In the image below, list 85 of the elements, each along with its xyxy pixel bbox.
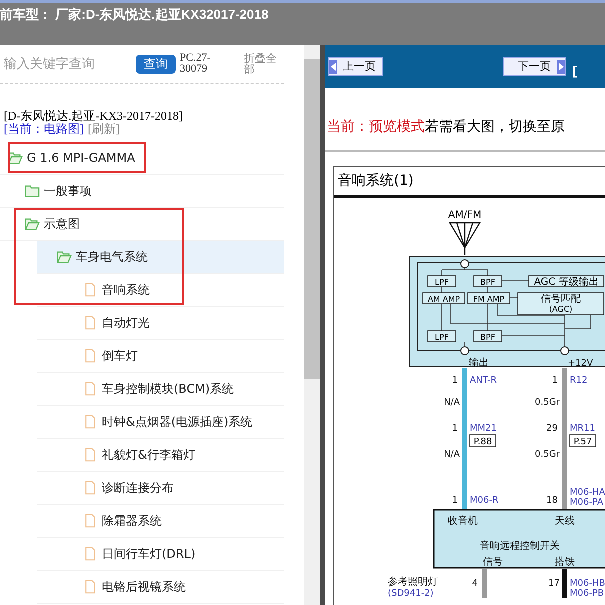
terminal-icon xyxy=(460,346,470,356)
circuit-block: 信号匹配 (AGC) xyxy=(518,292,604,316)
diagram-label: M06-HA xyxy=(570,488,605,498)
diagram-label: R12 xyxy=(570,376,588,386)
page-reference: P.88 xyxy=(470,434,496,448)
preview-mode-text: 当前：预览模式若需看大图，切换至原 xyxy=(325,88,605,152)
diagram-label: 0.5Gr xyxy=(535,450,560,460)
tree-item[interactable]: 音响系统 xyxy=(37,274,284,307)
file-icon xyxy=(83,316,98,330)
diagram-label: N/A xyxy=(444,398,460,408)
file-icon xyxy=(83,283,98,297)
tree-item[interactable]: 礼貌灯&行李箱灯 xyxy=(37,439,284,472)
circuit-block: BPF xyxy=(474,276,502,288)
diagram-label: 1 xyxy=(452,376,458,386)
diagram-label: ANT-R xyxy=(470,376,498,386)
diagram-label: 4 xyxy=(472,579,478,589)
diagram-label: 参考照明灯 xyxy=(388,577,438,588)
diagram-label: 1 xyxy=(452,496,458,506)
diagram-label: N/A xyxy=(444,450,460,460)
file-icon xyxy=(83,349,98,363)
circuit-block: BPF xyxy=(474,330,502,342)
file-icon xyxy=(83,415,98,429)
file-icon xyxy=(83,580,98,594)
diagram-label: MM21 xyxy=(470,424,497,434)
file-icon xyxy=(83,514,98,528)
diagram-label: 17 xyxy=(548,579,560,589)
tree-item[interactable]: 诊断连接分布 xyxy=(37,472,284,505)
tree-item[interactable]: 电铬后视镜系统 xyxy=(37,571,284,604)
previous-page-button[interactable]: 上一页 xyxy=(328,57,383,76)
collapse-all-link[interactable]: 折叠全部 xyxy=(244,53,284,75)
antenna-label: AM/FM xyxy=(448,210,482,221)
diagram-label: 收音机 xyxy=(448,516,478,527)
file-icon xyxy=(83,481,98,495)
file-icon xyxy=(83,547,98,561)
diagram-label: 18 xyxy=(546,496,558,506)
tree-item[interactable]: G 1.6 MPI-GAMMA xyxy=(0,142,284,175)
diagram-label: 信号 xyxy=(483,557,503,568)
tree-item[interactable]: 一般事项 xyxy=(0,175,284,208)
tree-item[interactable]: 车身控制模块(BCM)系统 xyxy=(37,373,284,406)
diagram-label: +12V xyxy=(568,359,594,369)
right-arrow-icon xyxy=(557,60,565,74)
circuit-block: AM AMP xyxy=(422,292,466,304)
tree-item[interactable]: 车身电气系统 xyxy=(37,241,284,274)
diagram-label: 29 xyxy=(546,424,558,434)
diagram-label: 搭铁 xyxy=(555,557,575,568)
toolbar-text: [ xyxy=(572,65,578,80)
diagram-label: 1 xyxy=(452,424,458,434)
wire xyxy=(482,569,488,598)
diagram-label: 输出 xyxy=(469,358,489,369)
terminal-icon xyxy=(560,346,570,356)
file-icon xyxy=(83,448,98,462)
diagram-label: 音响远程控制开关 xyxy=(480,541,560,552)
circuit-block: FM AMP xyxy=(468,292,510,304)
scrollbar[interactable] xyxy=(304,45,320,605)
file-icon xyxy=(83,382,98,396)
circuit-block: LPF xyxy=(428,276,456,288)
tree-item[interactable]: 自动灯光 xyxy=(37,307,284,340)
diagram-label: M06-PA xyxy=(570,498,604,508)
vehicle-title: 前车型： 厂家:D-东风悦达.起亚KX32017-2018 xyxy=(0,6,270,24)
tree-item[interactable]: 倒车灯 xyxy=(37,340,284,373)
diagram-label: M06-HB xyxy=(570,579,605,589)
diagram-label: 天线 xyxy=(555,516,575,527)
diagram-label: 0.5Gr xyxy=(535,398,560,408)
diagram-label: M06-R xyxy=(470,496,499,506)
tree-item[interactable]: 除霜器系统 xyxy=(37,505,284,538)
diagram-label: (SD941-2) xyxy=(388,589,434,598)
wire xyxy=(562,569,568,598)
diagram-label: MR11 xyxy=(570,424,596,434)
diagram-title: 音响系统(1) xyxy=(334,167,605,198)
code-text: PC.27-30079 xyxy=(180,53,212,75)
tree-item[interactable]: 日间行车灯(DRL) xyxy=(37,538,284,571)
next-page-button[interactable]: 下一页 xyxy=(503,57,566,76)
refresh-link[interactable]: [刷新] xyxy=(88,122,120,136)
search-button[interactable]: 查询 xyxy=(136,54,176,74)
tree-item[interactable]: 时钟&点烟器(电源插座)系统 xyxy=(37,406,284,439)
antenna-icon xyxy=(449,222,482,256)
current-mode-text: [当前：电路图] xyxy=(4,122,84,136)
circuit-block: AGC 等级输出 xyxy=(528,276,604,288)
diagram-label: 1 xyxy=(552,376,558,386)
page-reference: P.57 xyxy=(570,434,596,448)
circuit-block: LPF xyxy=(428,330,456,342)
diagram-label: M06-PB xyxy=(570,589,604,598)
terminal-icon xyxy=(460,260,470,268)
left-arrow-icon xyxy=(329,60,337,74)
model-title: [D-东风悦达.起亚-KX3-2017-2018] xyxy=(4,110,184,123)
